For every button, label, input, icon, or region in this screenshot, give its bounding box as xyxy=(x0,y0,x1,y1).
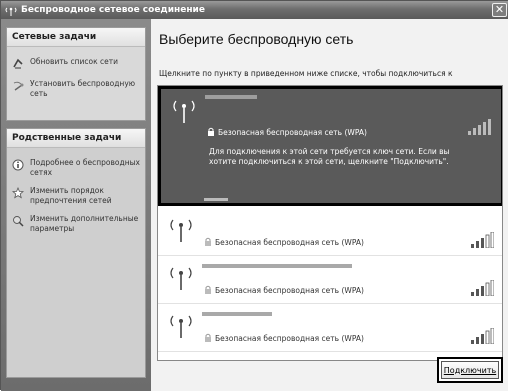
network-item[interactable]: Безопасная беспроводная сеть (WPA) xyxy=(158,210,502,256)
signal-strength-icon xyxy=(467,119,491,137)
change-network-order-link[interactable]: Изменить порядок предпочтения сетей xyxy=(11,186,141,206)
main-content: Выберите беспроводную сеть Щелкните по п… xyxy=(151,19,508,391)
network-list[interactable]: Безопасная беспроводная сеть (WPA) Для п… xyxy=(157,85,503,361)
network-security-label: Безопасная беспроводная сеть (WPA) xyxy=(215,286,364,295)
network-item[interactable]: Безопасная беспроводная сеть (WPA) xyxy=(158,258,502,304)
change-advanced-settings-label: Изменить дополнительные параметры xyxy=(30,214,139,233)
wireless-antenna-icon xyxy=(166,310,196,342)
settings-icon xyxy=(11,214,25,228)
network-security: Безопасная беспроводная сеть (WPA) xyxy=(207,127,367,138)
refresh-icon xyxy=(11,57,25,71)
network-description: Для подключения к этой сети требуется кл… xyxy=(209,147,450,166)
network-item[interactable]: Безопасная беспроводная сеть (WPA) xyxy=(158,306,502,352)
lock-icon xyxy=(207,127,215,138)
network-security: Безопасная беспроводная сеть (WPA) xyxy=(204,285,364,296)
network-item-selected[interactable]: Безопасная беспроводная сеть (WPA) Для п… xyxy=(158,86,502,206)
page-title: Выберите беспроводную сеть xyxy=(159,31,354,47)
network-tasks-heading: Сетевые задачи xyxy=(7,28,145,47)
network-tasks-panel: Сетевые задачи Обновить список сети Уста… xyxy=(6,27,146,121)
info-icon xyxy=(11,158,25,172)
wireless-antenna-icon xyxy=(169,95,199,127)
network-security: Безопасная беспроводная сеть (WPA) xyxy=(204,333,364,344)
network-security-label: Безопасная беспроводная сеть (WPA) xyxy=(215,334,364,343)
related-tasks-heading: Родственные задачи xyxy=(7,129,145,148)
learn-about-wireless-label: Подробнее о беспроводных сетях xyxy=(30,158,140,177)
refresh-network-list-link[interactable]: Обновить список сети xyxy=(11,57,141,71)
lock-icon xyxy=(204,285,212,296)
wireless-setup-icon xyxy=(11,79,25,93)
instruction-text: Щелкните по пункту в приведенном ниже сп… xyxy=(159,69,453,78)
network-name-redacted xyxy=(205,95,257,99)
network-name-redacted xyxy=(202,264,352,268)
lock-icon xyxy=(204,237,212,248)
signal-strength-icon xyxy=(470,279,495,298)
signal-strength-icon xyxy=(470,231,495,250)
wireless-antenna-icon xyxy=(166,214,196,246)
close-button[interactable]: ✕ xyxy=(492,3,507,17)
network-security-label: Безопасная беспроводная сеть (WPA) xyxy=(215,238,364,247)
connect-button-label: Подключить xyxy=(441,361,499,379)
lock-icon xyxy=(204,333,212,344)
wireless-antenna-icon xyxy=(4,3,18,17)
sidebar: Сетевые задачи Обновить список сети Уста… xyxy=(1,19,151,391)
star-icon xyxy=(11,186,25,200)
wireless-antenna-icon xyxy=(166,262,196,294)
refresh-network-list-label: Обновить список сети xyxy=(30,57,118,66)
setup-wireless-network-label: Установить беспроводную сеть xyxy=(30,79,136,98)
network-security: Безопасная беспроводная сеть (WPA) xyxy=(204,237,364,248)
change-advanced-settings-link[interactable]: Изменить дополнительные параметры xyxy=(11,214,141,234)
network-security-label: Безопасная беспроводная сеть (WPA) xyxy=(218,128,367,137)
window-title: Беспроводное сетевое соединение xyxy=(21,5,205,15)
title-bar[interactable]: Беспроводное сетевое соединение ✕ xyxy=(1,1,508,19)
signal-strength-icon xyxy=(470,327,495,346)
close-icon: ✕ xyxy=(494,3,505,16)
connect-button[interactable]: Подключить xyxy=(437,357,503,383)
change-network-order-label: Изменить порядок предпочтения сетей xyxy=(30,186,112,205)
learn-about-wireless-link[interactable]: Подробнее о беспроводных сетях xyxy=(11,158,141,178)
setup-wireless-network-link[interactable]: Установить беспроводную сеть xyxy=(11,79,141,99)
network-name-redacted xyxy=(202,312,272,316)
related-tasks-panel: Родственные задачи Подробнее о беспровод… xyxy=(6,128,146,378)
network-name-redacted xyxy=(204,198,228,201)
wireless-connection-window: Беспроводное сетевое соединение ✕ Сетевы… xyxy=(0,0,508,391)
